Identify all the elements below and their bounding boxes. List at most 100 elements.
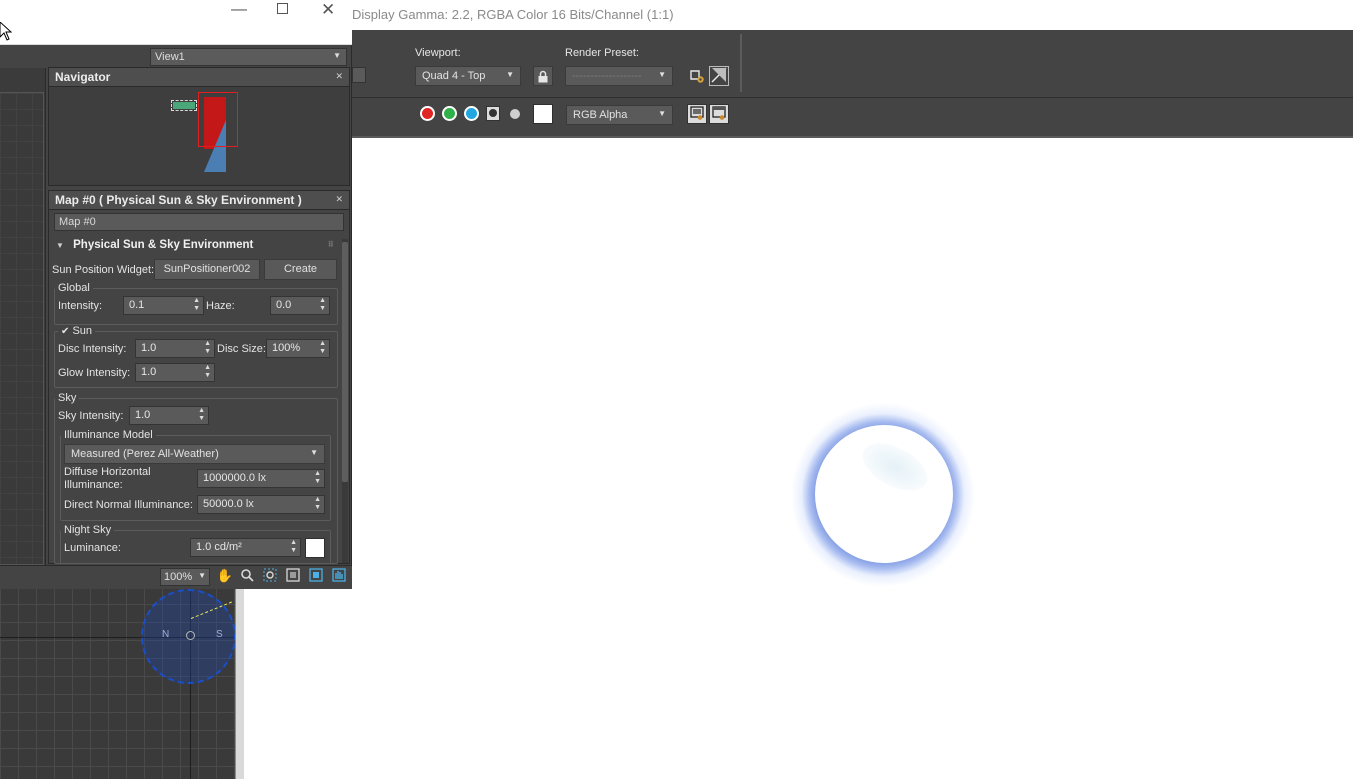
lock-icon[interactable] (533, 66, 553, 86)
spinner-arrows-icon[interactable]: ▲ ▼ (314, 496, 321, 512)
chevron-down-icon: ▼ (658, 109, 666, 118)
zoom-value: 100% (164, 571, 193, 583)
copy-image-icon[interactable] (709, 104, 729, 124)
render-preset-value: ------------------- (572, 70, 642, 82)
parameter-editor-header: Map #0 ( Physical Sun & Sky Environment … (49, 191, 349, 210)
zoom-region-icon[interactable] (261, 568, 279, 585)
spinner-arrows-icon[interactable]: ▲ ▼ (319, 297, 326, 313)
create-button[interactable]: Create (264, 259, 337, 280)
spinner-arrows-icon[interactable]: ▲ ▼ (314, 470, 321, 486)
minimize-icon[interactable]: — (231, 1, 247, 19)
chevron-down-icon: ▼ (333, 51, 341, 60)
save-image-icon[interactable] (687, 104, 707, 124)
sky-intensity-value: 1.0 (135, 409, 151, 421)
navigator-node-thumb (171, 100, 197, 111)
glow-intensity-spinner[interactable]: 1.0 ▲ ▼ (135, 363, 215, 382)
haze-value: 0.0 (276, 299, 292, 311)
intensity-value: 0.1 (129, 299, 145, 311)
navigator-title: Navigator (55, 70, 111, 84)
red-channel-toggle[interactable] (420, 106, 435, 121)
diffuse-label-line1: Diffuse Horizontal (64, 466, 151, 478)
monochrome-toggle[interactable] (510, 109, 520, 119)
compass-south-label: S (216, 629, 223, 640)
maximize-icon[interactable] (277, 3, 288, 14)
viewport-dropdown-value: Quad 4 - Top (422, 70, 486, 82)
viewport-dropdown[interactable]: Quad 4 - Top ▼ (415, 66, 521, 86)
global-group-title: Global (55, 282, 93, 294)
compass-north-label: N (162, 629, 170, 640)
mouse-cursor-icon (0, 21, 13, 42)
compass-center-icon (186, 631, 195, 640)
render-preset-dropdown[interactable]: ------------------- ▼ (565, 66, 673, 86)
pan-to-selected-icon[interactable] (330, 568, 348, 585)
luminance-spinner[interactable]: 1.0 cd/m² ▲ ▼ (190, 538, 301, 557)
close-icon[interactable]: ✕ (335, 194, 343, 205)
spinner-arrows-icon[interactable]: ▲ ▼ (204, 364, 211, 380)
navigator-view-rect[interactable] (198, 92, 238, 147)
channel-display-value: RGB Alpha (573, 109, 628, 121)
haze-label: Haze: (206, 300, 235, 312)
disc-intensity-spinner[interactable]: 1.0 ▲ ▼ (135, 339, 215, 358)
zoom-extents-icon[interactable] (284, 568, 302, 585)
zoom-dropdown[interactable]: 100% ▼ (160, 568, 210, 586)
viewport-border (235, 586, 244, 779)
view-canvas[interactable] (0, 92, 44, 565)
intensity-spinner[interactable]: 0.1 ▲ ▼ (123, 296, 204, 315)
view-select-dropdown[interactable]: View1 ▼ (150, 48, 347, 66)
disc-intensity-label: Disc Intensity: (58, 343, 127, 355)
render-frame-channel-toolbar (352, 98, 1353, 138)
render-setup-icon[interactable] (687, 66, 707, 86)
green-channel-toggle[interactable] (442, 106, 457, 121)
navigator-header: Navigator ✕ (49, 68, 349, 87)
render-frame-cut-button[interactable] (352, 67, 366, 83)
channel-display-dropdown[interactable]: RGB Alpha ▼ (566, 105, 673, 125)
diffuse-horizontal-spinner[interactable]: 1000000.0 lx ▲ ▼ (197, 469, 325, 488)
close-icon[interactable]: ✕ (335, 71, 343, 82)
close-icon[interactable]: ✕ (321, 0, 335, 20)
spinner-arrows-icon[interactable]: ▲ ▼ (198, 407, 205, 423)
spinner-arrows-icon[interactable]: ▲ ▼ (319, 340, 326, 356)
sun-checkbox-label: Sun (72, 325, 93, 337)
spinner-arrows-icon[interactable]: ▲ ▼ (204, 340, 211, 356)
disc-size-spinner[interactable]: 100% ▲ ▼ (266, 339, 330, 358)
zoom-magnifier-icon[interactable] (238, 568, 256, 585)
blue-channel-toggle[interactable] (464, 106, 479, 121)
sky-intensity-label: Sky Intensity: (58, 410, 124, 422)
sun-checkbox[interactable]: ✔ (61, 326, 69, 337)
chevron-down-icon: ▼ (310, 448, 318, 457)
night-sky-title: Night Sky (61, 524, 115, 536)
drag-handle-icon[interactable]: ⠿ (328, 240, 334, 249)
haze-spinner[interactable]: 0.0 ▲ ▼ (270, 296, 330, 315)
sun-widget-picker-button[interactable]: SunPositioner002 (154, 259, 260, 280)
toolbar-divider (740, 34, 742, 92)
rollout-header[interactable]: ▼ Physical Sun & Sky Environment ⠿ (52, 239, 338, 257)
glow-intensity-label: Glow Intensity: (58, 367, 131, 379)
sky-intensity-spinner[interactable]: 1.0 ▲ ▼ (129, 406, 209, 425)
environment-effects-icon[interactable] (709, 66, 729, 86)
zoom-extents-selected-icon[interactable] (307, 568, 325, 585)
chevron-down-icon: ▼ (198, 571, 206, 580)
illuminance-model-dropdown[interactable]: Measured (Perez All-Weather) ▼ (64, 444, 325, 464)
intensity-label: Intensity: (58, 300, 103, 312)
sky-group-title: Sky (55, 392, 80, 404)
render-preset-label: Render Preset: (565, 47, 639, 59)
illuminance-model-title: Illuminance Model (61, 429, 156, 441)
viewport-label: Viewport: (415, 47, 461, 59)
chevron-down-icon: ▼ (658, 70, 666, 79)
night-sky-color-swatch[interactable] (305, 538, 325, 558)
disc-size-value: 100% (272, 342, 301, 354)
luminance-label: Luminance: (64, 542, 121, 554)
luminance-value: 1.0 cd/m² (196, 541, 242, 553)
spinner-arrows-icon[interactable]: ▲ ▼ (290, 539, 297, 555)
clear-color-swatch[interactable] (533, 104, 553, 124)
spinner-arrows-icon[interactable]: ▲ ▼ (193, 297, 200, 313)
alpha-channel-toggle[interactable] (486, 106, 500, 121)
map-name-field[interactable]: Map #0 (54, 213, 344, 231)
disc-intensity-value: 1.0 (141, 342, 157, 354)
param-scroll-thumb[interactable] (342, 242, 348, 482)
sun-widget-label: Sun Position Widget: (52, 264, 155, 276)
pan-hand-icon[interactable]: ✋ (216, 568, 234, 584)
view-select-value: View1 (155, 51, 185, 63)
sun-group-title: ✔ Sun (58, 325, 96, 337)
direct-normal-spinner[interactable]: 50000.0 lx ▲ ▼ (197, 495, 325, 514)
